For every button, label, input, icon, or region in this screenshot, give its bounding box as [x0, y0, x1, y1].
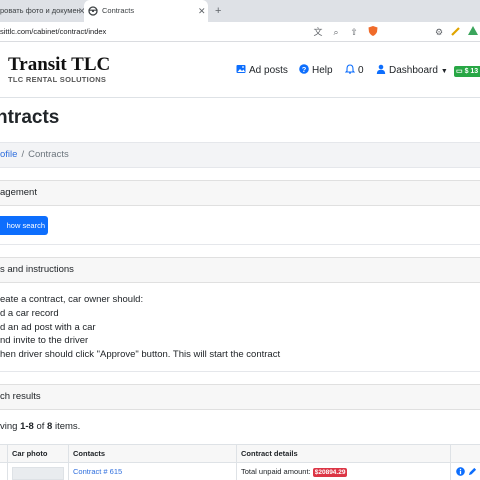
divider: [0, 371, 480, 372]
column-header-contract-details[interactable]: Contract details: [241, 445, 298, 463]
zoom-icon[interactable]: ⌕: [329, 25, 343, 39]
tab-label: Contracts: [102, 6, 135, 15]
breadcrumb: ofile / Contracts: [0, 142, 480, 168]
breadcrumb-separator: /: [21, 149, 25, 160]
balance-amount: $ 13: [464, 68, 479, 75]
results-title: ch results: [0, 391, 41, 402]
instruction-line: d a car record: [0, 308, 59, 319]
results-card-header: ch results: [0, 384, 480, 410]
extension-icon[interactable]: [449, 25, 463, 39]
nav-ad-posts-label: Ad posts: [249, 65, 288, 76]
instruction-line: hen driver should click "Approve" button…: [0, 349, 281, 360]
divider: [0, 244, 480, 245]
unpaid-amount-badge: $20894.29: [312, 468, 348, 477]
page-title: ntracts: [0, 107, 60, 128]
management-title: agement: [0, 187, 37, 198]
browser-tab-bar: ровать фото и документ ✕ Contracts ✕ +: [0, 0, 480, 22]
chevron-down-icon: ▼: [440, 68, 448, 75]
nav-dashboard-label: Dashboard: [389, 65, 438, 76]
edit-pencil-icon[interactable]: [468, 467, 477, 476]
svg-text:?: ?: [302, 65, 307, 74]
help-icon: ?: [299, 64, 309, 74]
instruction-line: eate a contract, car owner should:: [0, 294, 144, 305]
table-border: [68, 444, 69, 480]
summary-range: 1-8: [20, 421, 34, 432]
contract-details-cell: Total unpaid amount: $20894.29: [241, 467, 348, 477]
nav-notifications[interactable]: 0: [345, 64, 364, 77]
breadcrumb-current: Contracts: [28, 149, 69, 160]
url-text[interactable]: sittlc.com/cabinet/contract/index: [0, 22, 106, 42]
table-border: [450, 444, 451, 480]
balance-badge[interactable]: ▭ $ 13: [454, 66, 480, 77]
settings-gear-icon[interactable]: ⚙: [432, 25, 446, 39]
show-search-button[interactable]: how search: [0, 216, 48, 235]
share-icon[interactable]: ⇧: [347, 25, 361, 39]
brave-shield-icon[interactable]: [366, 25, 380, 39]
brand-subtitle: TLC RENTAL SOLUTIONS: [8, 75, 107, 84]
steering-wheel-icon: [88, 6, 98, 16]
results-summary: ving 1-8 of 8 items.: [0, 421, 81, 432]
management-card-header: agement: [0, 180, 480, 206]
notifications-count: 0: [358, 65, 364, 76]
instruction-line: nd invite to the driver: [0, 335, 89, 346]
column-header-car-photo[interactable]: Car photo: [12, 445, 47, 463]
site-navbar: Transit TLC TLC RENTAL SOLUTIONS Ad post…: [0, 42, 480, 98]
instructions-title: s and instructions: [0, 264, 74, 275]
table-header-row: Car photo Contacts Contract details: [0, 444, 480, 463]
info-icon[interactable]: [456, 467, 465, 476]
contract-cell: Contract # 615: [73, 467, 122, 477]
nav-help-label: Help: [312, 65, 333, 76]
table-border: [236, 444, 237, 480]
bell-icon: [345, 64, 355, 74]
nav-dashboard-dropdown[interactable]: Dashboard ▼: [376, 64, 448, 78]
browser-tab-inactive[interactable]: ровать фото и документ: [0, 0, 80, 22]
browser-tab-active[interactable]: Contracts: [84, 0, 208, 22]
image-icon: [236, 65, 246, 73]
money-icon: ▭: [456, 68, 463, 75]
contract-link[interactable]: Contract # 615: [73, 467, 122, 476]
new-tab-icon[interactable]: +: [215, 0, 221, 22]
car-photo-thumbnail[interactable]: [12, 467, 64, 480]
unpaid-amount-label: Total unpaid amount:: [241, 467, 311, 476]
table-border: [7, 444, 8, 480]
nav-ad-posts[interactable]: Ad posts: [236, 64, 288, 77]
user-icon: [376, 64, 386, 74]
extension-icon[interactable]: [466, 25, 480, 39]
tab-label: ровать фото и документ: [0, 6, 80, 15]
address-bar[interactable]: sittlc.com/cabinet/contract/index 文 ⌕ ⇧ …: [0, 22, 480, 42]
brand-logo[interactable]: Transit TLC: [8, 54, 110, 76]
close-icon[interactable]: ✕: [198, 0, 206, 22]
translate-icon[interactable]: 文: [311, 25, 325, 39]
breadcrumb-profile-link[interactable]: ofile: [0, 149, 17, 160]
instruction-line: d an ad post with a car: [0, 322, 96, 333]
nav-help[interactable]: ? Help: [299, 64, 333, 77]
column-header-contacts[interactable]: Contacts: [73, 445, 105, 463]
instructions-card-header: s and instructions: [0, 257, 480, 283]
